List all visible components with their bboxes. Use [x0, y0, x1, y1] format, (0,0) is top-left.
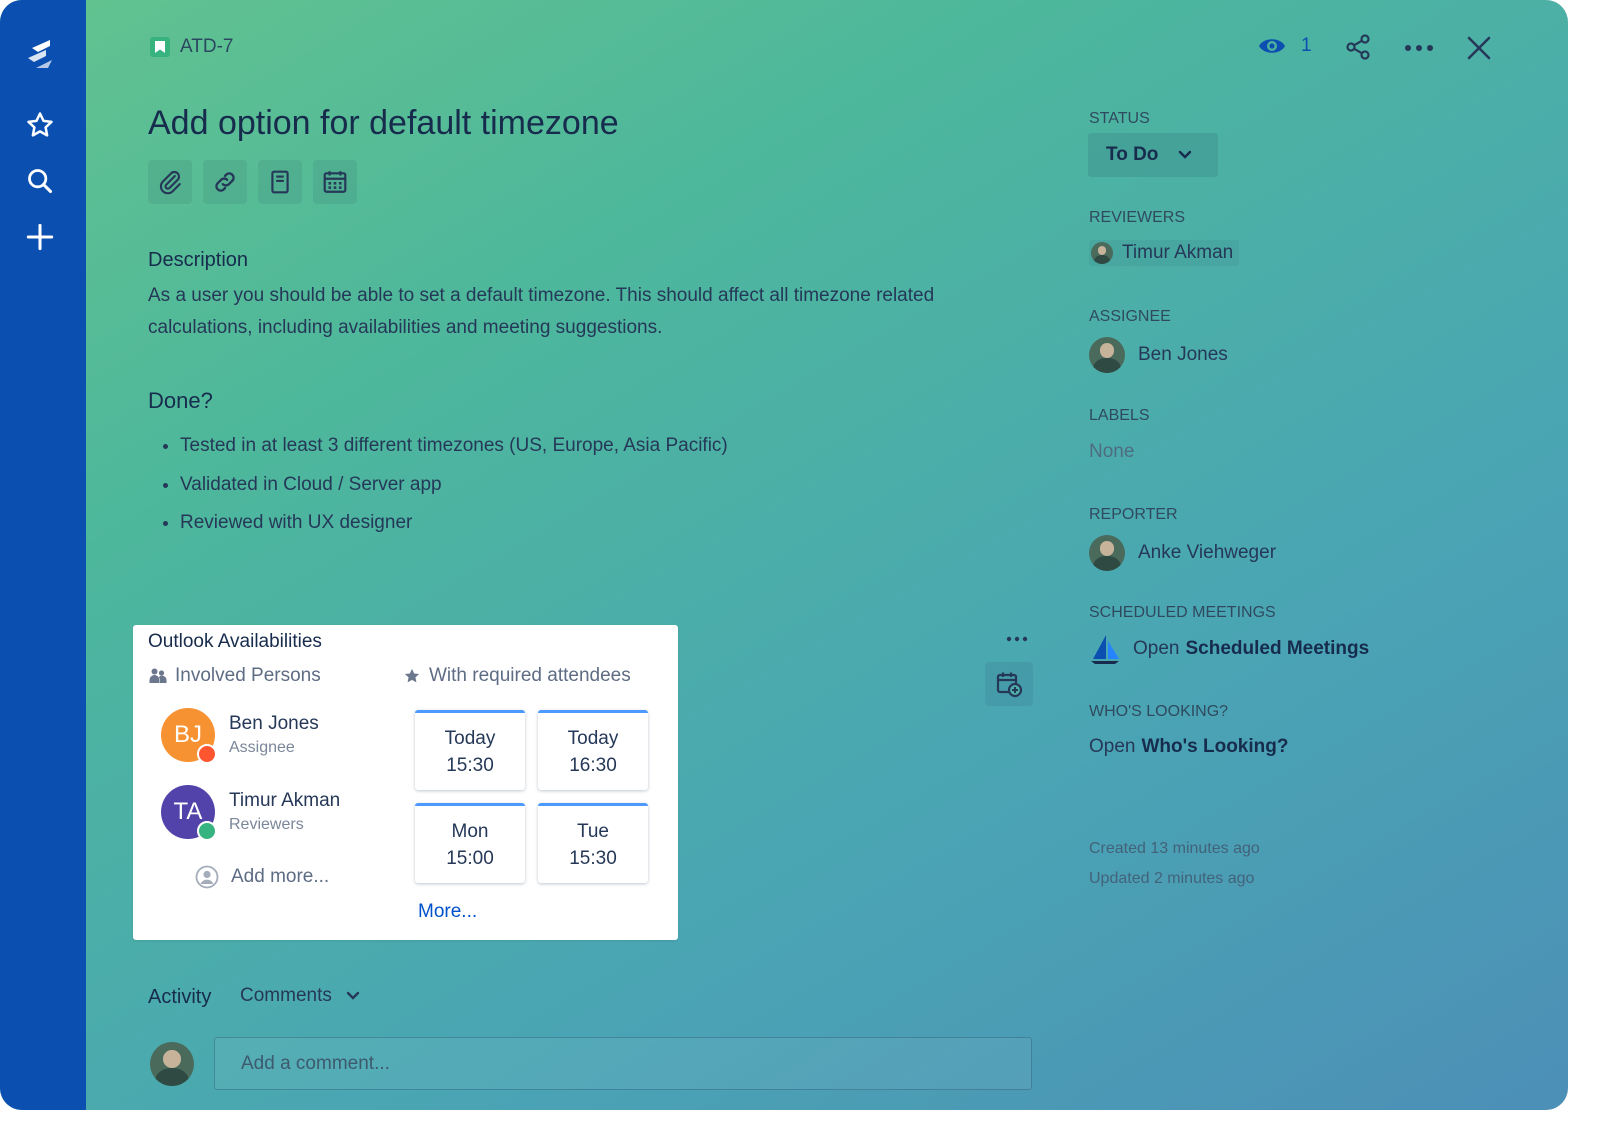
avatar: BJ	[161, 708, 217, 764]
add-more-button[interactable]: Add more...	[195, 865, 329, 889]
reporter-field[interactable]: Anke Viehweger	[1089, 535, 1276, 571]
list-item: Tested in at least 3 different timezones…	[180, 427, 728, 466]
chevron-down-icon	[346, 991, 360, 1000]
create-icon[interactable]	[22, 219, 58, 255]
issue-toolbar	[148, 160, 357, 204]
required-attendees-header: With required attendees	[403, 665, 631, 687]
involved-persons-header: Involved Persons	[149, 665, 321, 687]
person-name: Timur Akman	[229, 790, 341, 811]
person-role: Assignee	[229, 739, 295, 756]
assignee-label: Assignee	[1089, 308, 1171, 325]
assignee-field[interactable]: Ben Jones	[1089, 337, 1228, 373]
link-issue-button[interactable]	[203, 160, 247, 204]
watch-button[interactable]: 1	[1257, 34, 1312, 58]
required-attendees-label: With required attendees	[429, 665, 631, 686]
sailboat-icon	[1091, 635, 1119, 664]
list-item: Validated in Cloud / Server app	[180, 466, 728, 505]
activity-heading: Activity	[148, 986, 212, 1008]
busy-status-icon	[197, 744, 217, 764]
person-ben-jones[interactable]: BJ Ben Jones Assignee	[161, 708, 319, 764]
current-user-avatar	[150, 1042, 194, 1086]
close-icon[interactable]	[1466, 35, 1492, 61]
avatar	[1091, 242, 1113, 264]
chevron-down-icon	[1179, 150, 1192, 159]
reviewer-chip[interactable]: Timur Akman	[1089, 240, 1240, 266]
issue-key-breadcrumb[interactable]: ATD-7	[150, 36, 233, 58]
search-icon[interactable]	[22, 163, 58, 199]
more-slots-link[interactable]: More...	[418, 901, 477, 923]
whos-looking-link[interactable]: Open Who's Looking?	[1089, 736, 1288, 758]
person-timur-akman[interactable]: TA Timur Akman Reviewers	[161, 785, 341, 841]
share-icon[interactable]	[1344, 33, 1372, 61]
scheduled-meetings-label: Scheduled Meetings	[1089, 604, 1276, 621]
available-status-icon	[197, 821, 217, 841]
document-icon	[271, 170, 289, 194]
time-slot[interactable]: Today 16:30	[538, 710, 648, 790]
labels-label: Labels	[1089, 407, 1150, 424]
time-slot[interactable]: Mon 15:00	[415, 803, 525, 883]
page-button[interactable]	[258, 160, 302, 204]
done-list: Tested in at least 3 different timezones…	[148, 427, 728, 543]
people-icon	[149, 668, 167, 683]
list-item: Reviewed with UX designer	[180, 504, 728, 543]
more-actions-icon[interactable]	[1404, 38, 1434, 58]
person-name: Ben Jones	[229, 713, 319, 734]
star-icon[interactable]	[22, 107, 58, 143]
calendar-add-icon	[996, 672, 1023, 698]
issue-title[interactable]: Add option for default timezone	[148, 104, 619, 143]
attach-button[interactable]	[148, 160, 192, 204]
avatar: TA	[161, 785, 217, 841]
updated-timestamp: Updated 2 minutes ago	[1089, 870, 1255, 887]
scheduled-meetings-link[interactable]: Open Scheduled Meetings	[1089, 633, 1369, 665]
whos-looking-label: Who's Looking?	[1089, 703, 1229, 720]
watch-count: 1	[1301, 35, 1312, 56]
labels-field[interactable]: None	[1089, 441, 1134, 463]
status-dropdown[interactable]: To Do	[1088, 133, 1218, 177]
story-type-icon	[150, 37, 170, 57]
done-heading: Done?	[148, 388, 213, 413]
schedule-meeting-button[interactable]	[985, 662, 1033, 706]
person-role: Reviewers	[229, 816, 304, 833]
paperclip-icon	[159, 170, 181, 195]
time-slot[interactable]: Tue 15:30	[538, 803, 648, 883]
description-label: Description	[148, 249, 249, 271]
activity-filter-dropdown[interactable]: Comments	[240, 985, 360, 1007]
time-slot[interactable]: Today 15:30	[415, 710, 525, 790]
link-icon	[215, 172, 235, 192]
reporter-label: Reporter	[1089, 506, 1178, 523]
eye-icon	[1259, 39, 1285, 53]
involved-persons-label: Involved Persons	[175, 665, 321, 686]
panel-more-icon[interactable]	[1004, 628, 1030, 655]
calendar-button[interactable]	[313, 160, 357, 204]
created-timestamp: Created 13 minutes ago	[1089, 840, 1260, 857]
issue-key: ATD-7	[180, 36, 234, 57]
issue-window: ATD-7 1 Add option for default timezone …	[0, 0, 1568, 1110]
status-label: Status	[1089, 110, 1150, 127]
star-filled-icon	[404, 668, 420, 683]
description-text[interactable]: As a user you should be able to set a de…	[148, 280, 968, 344]
comment-input[interactable]	[214, 1037, 1032, 1090]
panel-title: Outlook Availabilities	[148, 631, 322, 652]
global-sidebar	[0, 0, 86, 1110]
reviewers-label: Reviewers	[1089, 209, 1186, 226]
avatar	[1089, 337, 1125, 373]
avatar	[1089, 535, 1125, 571]
calendar-icon	[323, 171, 347, 193]
outlook-availabilities-panel: Outlook Availabilities Involved Persons …	[133, 625, 678, 940]
jira-logo-icon[interactable]	[22, 38, 58, 74]
user-icon	[195, 865, 219, 889]
